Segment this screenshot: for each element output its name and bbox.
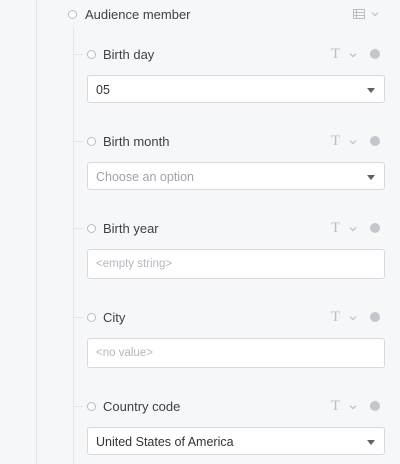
field-radio[interactable] bbox=[87, 50, 96, 59]
input-placeholder: <no value> bbox=[96, 347, 153, 359]
text-type-icon[interactable]: T bbox=[331, 399, 340, 414]
birth-month-select[interactable]: Choose an option bbox=[87, 162, 385, 190]
select-value: 05 bbox=[96, 83, 110, 97]
field-radio[interactable] bbox=[87, 313, 96, 322]
field-radio[interactable] bbox=[87, 402, 96, 411]
caret-down-icon bbox=[367, 175, 375, 180]
tree-connector bbox=[73, 317, 83, 318]
city-input[interactable]: <no value> bbox=[87, 338, 385, 368]
chevron-down-icon[interactable] bbox=[348, 137, 358, 147]
field-label: Birth month bbox=[103, 134, 170, 149]
info-icon[interactable] bbox=[370, 136, 380, 146]
info-icon[interactable] bbox=[370, 223, 380, 233]
chevron-down-icon[interactable] bbox=[348, 50, 358, 60]
tree-connector bbox=[73, 141, 83, 142]
chevron-down-icon[interactable] bbox=[348, 224, 358, 234]
tree-connector bbox=[73, 54, 83, 55]
parent-label: Audience member bbox=[85, 7, 191, 22]
tree-connector bbox=[73, 228, 83, 229]
info-icon[interactable] bbox=[370, 401, 380, 411]
caret-down-icon bbox=[367, 88, 375, 93]
field-radio[interactable] bbox=[87, 224, 96, 233]
chevron-down-icon[interactable] bbox=[370, 9, 380, 19]
parent-radio[interactable] bbox=[68, 10, 77, 19]
inner-tree-line bbox=[73, 28, 74, 464]
caret-down-icon bbox=[367, 440, 375, 445]
info-icon[interactable] bbox=[370, 312, 380, 322]
list-icon[interactable] bbox=[353, 9, 365, 19]
select-value: United States of America bbox=[96, 435, 234, 449]
birth-year-input[interactable]: <empty string> bbox=[87, 249, 385, 279]
text-type-icon[interactable]: T bbox=[331, 47, 340, 62]
country-code-select[interactable]: United States of America bbox=[87, 427, 385, 455]
field-label: Birth year bbox=[103, 221, 159, 236]
select-placeholder: Choose an option bbox=[96, 170, 194, 184]
text-type-icon[interactable]: T bbox=[331, 134, 340, 149]
field-label: Country code bbox=[103, 399, 181, 414]
input-placeholder: <empty string> bbox=[96, 258, 173, 270]
chevron-down-icon[interactable] bbox=[348, 402, 358, 412]
outer-tree-line bbox=[36, 0, 37, 464]
field-label: City bbox=[103, 310, 126, 325]
text-type-icon[interactable]: T bbox=[331, 221, 340, 236]
field-radio[interactable] bbox=[87, 137, 96, 146]
info-icon[interactable] bbox=[370, 49, 380, 59]
text-type-icon[interactable]: T bbox=[331, 310, 340, 325]
field-label: Birth day bbox=[103, 47, 155, 62]
tree-connector bbox=[73, 406, 83, 407]
chevron-down-icon[interactable] bbox=[348, 313, 358, 323]
birth-day-select[interactable]: 05 bbox=[87, 75, 385, 103]
